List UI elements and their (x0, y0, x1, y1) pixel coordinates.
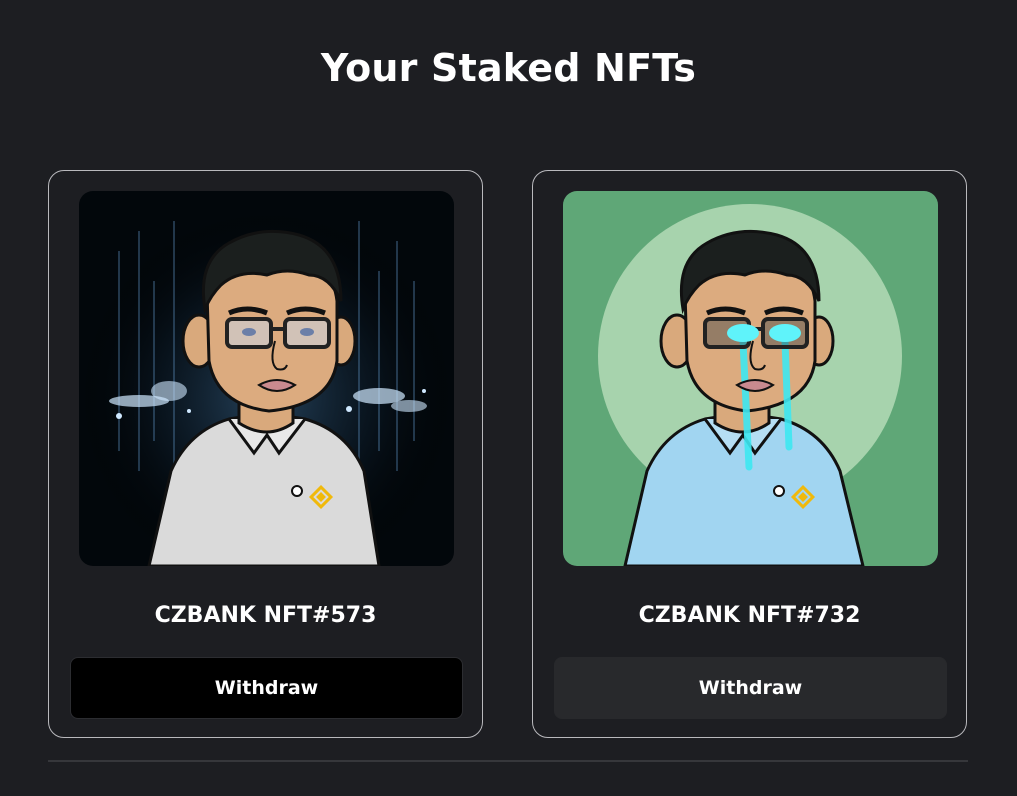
divider (48, 760, 968, 762)
nft-avatar-dark-sparkle (79, 191, 454, 566)
nft-card: CZBANK NFT#573 Withdraw (48, 170, 483, 738)
nft-image (79, 191, 454, 566)
staked-nfts-page: Your Staked NFTs CZBANK NFT#573 Withdraw… (0, 0, 1017, 796)
nft-name: CZBANK NFT#732 (638, 603, 861, 628)
nft-name: CZBANK NFT#573 (154, 603, 377, 628)
withdraw-button[interactable]: Withdraw (70, 657, 463, 719)
nft-image (563, 191, 938, 566)
page-title: Your Staked NFTs (320, 46, 697, 90)
nft-card: CZBANK NFT#732 Withdraw (532, 170, 967, 738)
withdraw-button[interactable]: Withdraw (554, 657, 947, 719)
nft-avatar-green-circle (563, 191, 938, 566)
